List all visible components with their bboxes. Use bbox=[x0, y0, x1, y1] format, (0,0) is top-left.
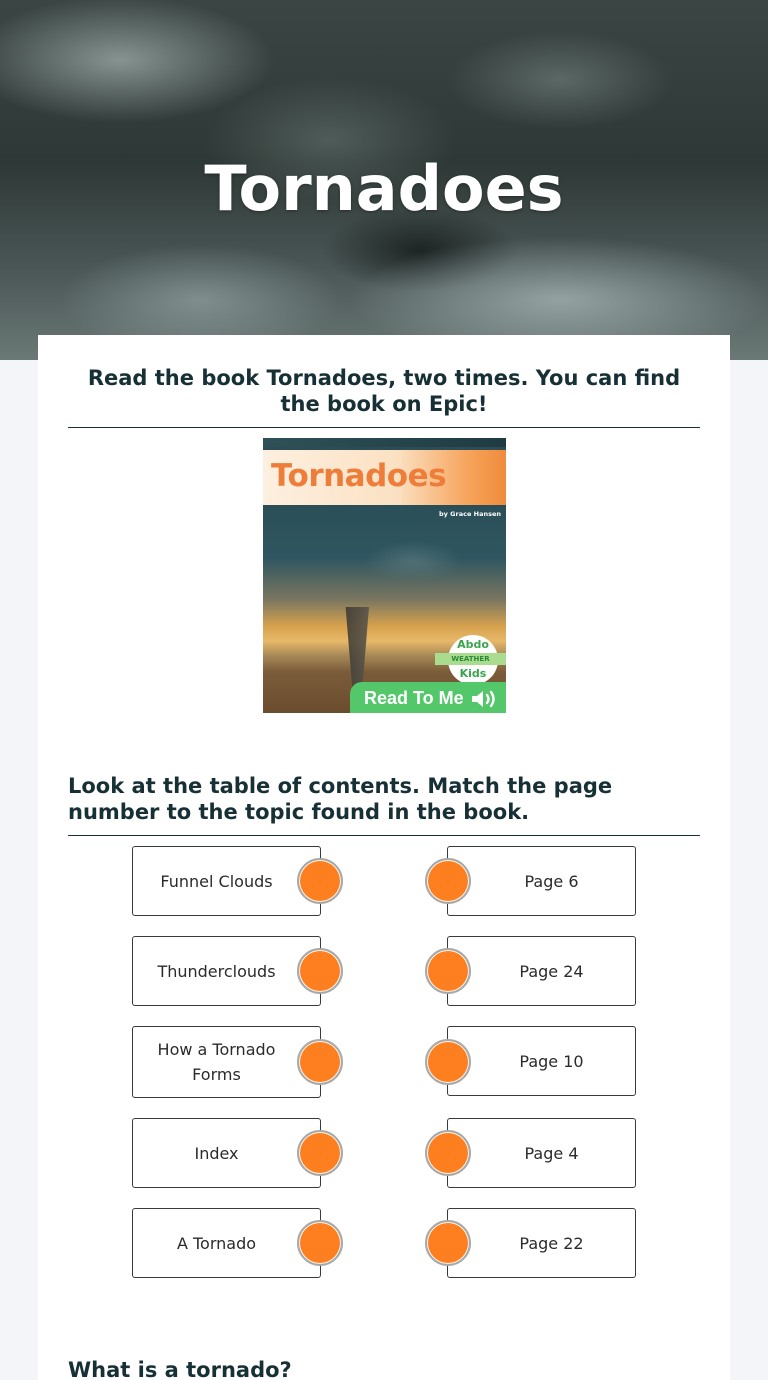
match-row: Funnel Clouds Page 6 bbox=[38, 846, 730, 916]
page-option[interactable]: Page 4 bbox=[447, 1118, 636, 1188]
topic-label: Index bbox=[194, 1143, 239, 1163]
page-label: Page 22 bbox=[519, 1233, 584, 1253]
page-connector-handle[interactable] bbox=[425, 948, 471, 994]
page-label: Page 24 bbox=[519, 961, 584, 981]
match-row: Thunderclouds Page 24 bbox=[38, 936, 730, 1006]
topic-label: Thunderclouds bbox=[157, 961, 276, 981]
page-connector-handle[interactable] bbox=[425, 858, 471, 904]
topic-option[interactable]: Index bbox=[132, 1118, 321, 1188]
section-heading-what-is-tornado: What is a tornado? bbox=[68, 1358, 292, 1380]
topic-option[interactable]: How a Tornado Forms bbox=[132, 1026, 321, 1098]
book-title: Tornadoes bbox=[271, 458, 447, 494]
page-connector-handle[interactable] bbox=[425, 1130, 471, 1176]
page-label: Page 10 bbox=[519, 1051, 584, 1071]
divider bbox=[68, 835, 700, 836]
page-connector-handle[interactable] bbox=[425, 1039, 471, 1085]
topic-option[interactable]: A Tornado bbox=[132, 1208, 321, 1278]
publisher-name: Abdo bbox=[457, 638, 489, 651]
page-label: Page 6 bbox=[524, 871, 579, 891]
page-connector-handle[interactable] bbox=[425, 1220, 471, 1266]
page-label: Page 4 bbox=[524, 1143, 579, 1163]
book-cover-image: Tornadoes by Grace Hansen Abdo WEATHER K… bbox=[263, 438, 506, 713]
topic-option[interactable]: Funnel Clouds bbox=[132, 846, 321, 916]
topic-label: How a Tornado Forms bbox=[157, 1040, 276, 1084]
worksheet-card: Read the book Tornadoes, two times. You … bbox=[38, 335, 730, 1380]
topic-connector-handle[interactable] bbox=[297, 1039, 343, 1085]
page-option[interactable]: Page 22 bbox=[447, 1208, 636, 1278]
topic-connector-handle[interactable] bbox=[297, 1130, 343, 1176]
topic-connector-handle[interactable] bbox=[297, 1220, 343, 1266]
book-author: by Grace Hansen bbox=[439, 510, 501, 518]
topic-label: A Tornado bbox=[176, 1233, 257, 1253]
read-to-me-label: Read To Me bbox=[364, 688, 464, 708]
page-option[interactable]: Page 6 bbox=[447, 846, 636, 916]
match-row: Index Page 4 bbox=[38, 1118, 730, 1188]
speaker-icon bbox=[472, 690, 495, 708]
topic-connector-handle[interactable] bbox=[297, 948, 343, 994]
section-heading-table-of-contents: Look at the table of contents. Match the… bbox=[68, 774, 613, 824]
publisher-kids: Kids bbox=[459, 667, 487, 680]
read-to-me-badge: Read To Me bbox=[350, 682, 506, 713]
hero-banner: Tornadoes bbox=[0, 0, 768, 360]
divider bbox=[68, 427, 700, 428]
page-option[interactable]: Page 10 bbox=[447, 1026, 636, 1096]
topic-connector-handle[interactable] bbox=[297, 858, 343, 904]
match-row: A Tornado Page 22 bbox=[38, 1208, 730, 1278]
topic-option[interactable]: Thunderclouds bbox=[132, 936, 321, 1006]
page-title: Tornadoes bbox=[204, 152, 564, 225]
topic-label: Funnel Clouds bbox=[160, 871, 273, 891]
series-name: WEATHER bbox=[435, 653, 506, 665]
book-top-band bbox=[263, 438, 506, 447]
match-row: How a Tornado Forms Page 10 bbox=[38, 1026, 730, 1098]
section-heading-read-book: Read the book Tornadoes, two times. You … bbox=[87, 366, 681, 416]
page-option[interactable]: Page 24 bbox=[447, 936, 636, 1006]
